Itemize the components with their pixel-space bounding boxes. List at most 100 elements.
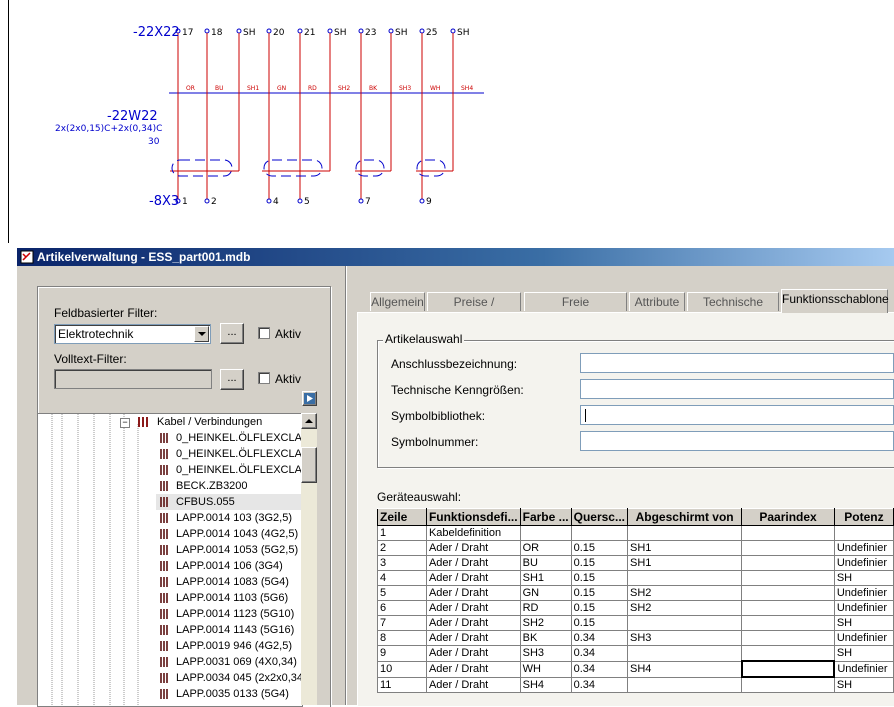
table-row[interactable]: 7 Ader / Draht SH2 0.15 SH: [377, 615, 894, 631]
table-cell[interactable]: 0.34: [570, 660, 628, 678]
tree-item[interactable]: LAPP.0014 1123 (5G10): [156, 606, 302, 622]
field-input[interactable]: [580, 405, 894, 425]
table-cell[interactable]: 0.15: [570, 555, 628, 571]
table-cell[interactable]: 9: [377, 645, 427, 662]
field-input[interactable]: [580, 353, 894, 373]
table-cell[interactable]: GN: [519, 585, 572, 601]
tree-item[interactable]: LAPP.0014 1143 (5G16): [156, 622, 302, 638]
aktiv-checkbox-2[interactable]: [258, 372, 270, 384]
table-cell[interactable]: Undefinier: [833, 585, 894, 601]
tab-technische-daten[interactable]: Technische Daten: [687, 292, 779, 328]
tree-item[interactable]: LAPP.0014 106 (3G4): [156, 558, 302, 574]
table-cell[interactable]: SH1: [626, 555, 743, 571]
table-cell[interactable]: 0.15: [570, 615, 628, 631]
table-cell[interactable]: [741, 600, 835, 616]
table-cell[interactable]: OR: [519, 540, 572, 556]
tree-item[interactable]: BECK.ZB3200: [156, 478, 302, 494]
field-filter-browse-button[interactable]: ...: [220, 323, 244, 344]
tree-node-cables[interactable]: − Kabel / Verbindungen: [38, 414, 302, 430]
tree-item[interactable]: LAPP.0034 045 (2x2x0,34: [156, 670, 302, 686]
table-cell[interactable]: [741, 645, 835, 662]
table-cell[interactable]: [741, 525, 835, 541]
table-cell[interactable]: [626, 525, 743, 541]
column-header[interactable]: Zeile: [377, 508, 427, 526]
table-cell[interactable]: [741, 676, 835, 693]
table-cell[interactable]: Ader / Draht: [425, 570, 521, 586]
table-cell[interactable]: Ader / Draht: [425, 600, 521, 616]
table-cell[interactable]: Ader / Draht: [425, 585, 521, 601]
table-cell[interactable]: SH: [833, 615, 894, 631]
column-header[interactable]: Abgeschirmt von: [626, 508, 743, 526]
table-cell[interactable]: 0.15: [570, 600, 628, 616]
table-cell[interactable]: 6: [377, 600, 427, 616]
table-cell[interactable]: 5: [377, 585, 427, 601]
table-cell[interactable]: Ader / Draht: [425, 676, 521, 693]
tree-item[interactable]: LAPP.0014 1053 (5G2,5): [156, 542, 302, 558]
table-cell[interactable]: 0.15: [570, 570, 628, 586]
table-cell[interactable]: Ader / Draht: [425, 630, 521, 646]
field-filter-select[interactable]: Elektrotechnik: [54, 324, 211, 344]
table-cell[interactable]: 10: [377, 660, 427, 678]
tree-item[interactable]: 0_HEINKEL.ÖLFLEXCLASS: [156, 430, 302, 446]
table-cell[interactable]: SH2: [519, 615, 572, 631]
table-cell[interactable]: [570, 525, 628, 541]
table-cell[interactable]: [833, 525, 894, 541]
tree-item[interactable]: LAPP.0019 946 (4G2,5): [156, 638, 302, 654]
table-cell[interactable]: Undefinier: [833, 660, 894, 678]
table-cell[interactable]: 3: [377, 555, 427, 571]
table-cell[interactable]: [740, 660, 836, 678]
tab-funktionsschablone[interactable]: Funktionsschablone: [781, 289, 889, 313]
table-cell[interactable]: Ader / Draht: [425, 615, 521, 631]
tab-freie-eigenschaften[interactable]: Freie Eigenschaften: [524, 292, 627, 328]
table-row[interactable]: 1 Kabeldefinition: [377, 525, 894, 541]
table-cell[interactable]: 7: [377, 615, 427, 631]
table-cell[interactable]: SH3: [626, 630, 743, 646]
device-table[interactable]: Zeile Funktionsdefi... Farbe ... Quersc... A…: [377, 508, 894, 693]
table-cell[interactable]: Undefinier: [833, 630, 894, 646]
tab-preise-sonstiges[interactable]: Preise / Sonstiges: [427, 292, 521, 328]
table-cell[interactable]: SH2: [626, 585, 743, 601]
table-row[interactable]: 6 Ader / Draht RD 0.15 SH2 Undefinier: [377, 600, 894, 616]
table-cell[interactable]: [741, 540, 835, 556]
table-row[interactable]: 11 Ader / Draht SH4 0.34 SH: [377, 676, 894, 693]
tree-item[interactable]: CFBUS.055: [156, 494, 302, 510]
aktiv-checkbox-1[interactable]: [258, 327, 270, 339]
article-tree[interactable]: − Kabel / Verbindungen 0_HEINKEL.ÖLFLEXC…: [37, 413, 303, 707]
tree-item[interactable]: LAPP.0035 0133 (5G4): [156, 686, 302, 702]
tab-allgemein[interactable]: Allgemein: [370, 292, 425, 311]
table-cell[interactable]: [741, 570, 835, 586]
table-cell[interactable]: [741, 585, 835, 601]
table-cell[interactable]: SH4: [626, 660, 743, 678]
table-cell[interactable]: 0.15: [570, 585, 628, 601]
table-cell[interactable]: [741, 615, 835, 631]
table-cell[interactable]: BU: [519, 555, 572, 571]
table-cell[interactable]: Undefinier: [833, 600, 894, 616]
tree-item[interactable]: LAPP.0031 069 (4X0,34): [156, 654, 302, 670]
collapse-icon[interactable]: −: [120, 418, 130, 428]
table-cell[interactable]: 11: [377, 676, 427, 693]
title-bar[interactable]: Artikelverwaltung - ESS_part001.mdb: [17, 248, 894, 266]
table-cell[interactable]: 4: [377, 570, 427, 586]
table-cell[interactable]: 8: [377, 630, 427, 646]
scroll-up-icon[interactable]: [301, 413, 317, 429]
tree-item[interactable]: 0_HEINKEL.ÖLFLEXCLASS: [156, 446, 302, 462]
table-cell[interactable]: SH1: [519, 570, 572, 586]
apply-filter-button[interactable]: [302, 391, 317, 406]
tree-item[interactable]: LAPP.0014 1083 (5G4): [156, 574, 302, 590]
table-cell[interactable]: 0.34: [570, 645, 628, 662]
fulltext-filter-input[interactable]: [54, 369, 212, 389]
table-cell[interactable]: SH: [833, 645, 894, 662]
table-cell[interactable]: [741, 630, 835, 646]
table-cell[interactable]: [741, 555, 835, 571]
table-cell[interactable]: [626, 645, 743, 662]
scroll-thumb[interactable]: [301, 447, 317, 483]
column-header[interactable]: Potenz: [833, 508, 894, 526]
column-header[interactable]: Paarindex: [741, 508, 835, 526]
table-cell[interactable]: Ader / Draht: [425, 645, 521, 662]
table-cell[interactable]: [626, 676, 743, 693]
table-row[interactable]: 8 Ader / Draht BK 0.34 SH3 Undefinier: [377, 630, 894, 646]
table-cell[interactable]: 2: [377, 540, 427, 556]
table-cell[interactable]: [626, 615, 743, 631]
table-cell[interactable]: SH3: [519, 645, 572, 662]
field-input[interactable]: [580, 431, 894, 451]
